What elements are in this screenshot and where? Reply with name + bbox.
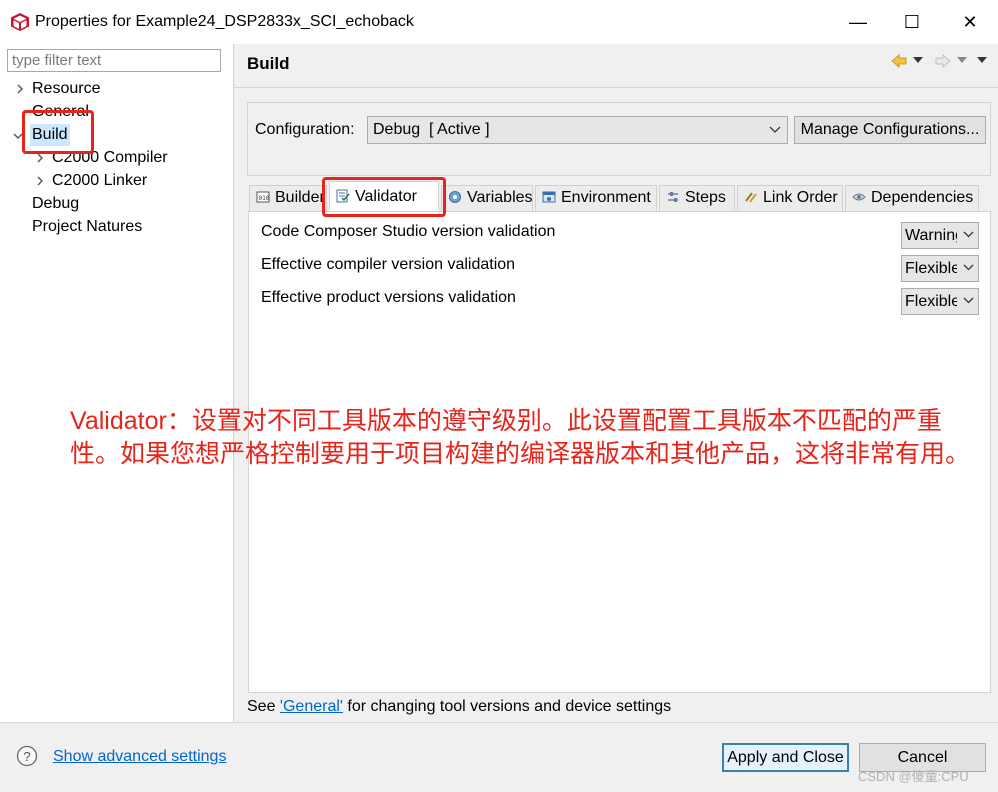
configuration-select[interactable]: Debug [ Active ] bbox=[367, 116, 788, 144]
tab-link-order[interactable]: Link Order bbox=[737, 185, 843, 211]
compiler-version-validation-select[interactable]: Flexible bbox=[901, 255, 979, 282]
configuration-label: Configuration: bbox=[255, 121, 355, 138]
ccs-version-validation-select[interactable]: Warning bbox=[901, 222, 979, 249]
tab-environment[interactable]: Environment bbox=[535, 185, 657, 211]
validator-icon bbox=[336, 189, 350, 203]
back-dropdown-icon[interactable] bbox=[913, 56, 923, 64]
chevron-down-icon bbox=[963, 264, 974, 271]
product-versions-validation-select[interactable]: Flexible bbox=[901, 288, 979, 315]
dependencies-icon bbox=[852, 193, 866, 201]
annotation-line-2: 性。如果您想严格控制要用于项目构建的编译器版本和其他产品，这将非常有用。 bbox=[70, 440, 971, 468]
window-title: Properties for Example24_DSP2833x_SCI_ec… bbox=[35, 13, 414, 30]
bottom-divider bbox=[0, 722, 998, 723]
link-order-icon bbox=[745, 192, 757, 203]
annotation-text: Validator：设置对不同工具版本的遵守级别。此设置配置工具版本不匹配的严重… bbox=[70, 405, 970, 471]
help-icon[interactable]: ? bbox=[16, 745, 38, 767]
tab-dependencies[interactable]: Dependencies bbox=[845, 185, 979, 211]
close-button[interactable]: ✕ bbox=[942, 0, 998, 44]
chevron-right-icon[interactable] bbox=[14, 83, 26, 95]
variables-icon bbox=[449, 191, 461, 203]
close-icon: ✕ bbox=[962, 11, 978, 32]
maximize-button[interactable]: ☐ bbox=[884, 0, 940, 44]
view-menu-icon[interactable] bbox=[977, 56, 987, 64]
tree-item-c2000-linker[interactable]: C2000 Linker bbox=[52, 170, 147, 192]
tree-item-resource[interactable]: Resource bbox=[32, 78, 100, 100]
chevron-down-icon bbox=[963, 231, 974, 238]
tab-builder[interactable]: 010 Builder bbox=[249, 185, 327, 211]
annotation-line-1: Validator：设置对不同工具版本的遵守级别。此设置配置工具版本不匹配的严重 bbox=[70, 407, 942, 435]
tree-item-project-natures[interactable]: Project Natures bbox=[32, 216, 142, 238]
ccs-app-icon bbox=[11, 13, 29, 31]
page-title: Build bbox=[247, 54, 290, 73]
chevron-down-icon bbox=[769, 126, 781, 133]
ccs-version-validation-label: Code Composer Studio version validation bbox=[261, 223, 556, 240]
general-link[interactable]: 'General' bbox=[280, 698, 343, 715]
minimize-icon: — bbox=[849, 11, 867, 32]
tree-item-debug[interactable]: Debug bbox=[32, 193, 79, 215]
maximize-icon: ☐ bbox=[903, 11, 921, 32]
svg-text:?: ? bbox=[23, 749, 30, 764]
watermark: CSDN @傻童:CPU bbox=[858, 769, 969, 784]
apply-and-close-button[interactable]: Apply and Close bbox=[722, 743, 849, 772]
chevron-right-icon[interactable] bbox=[34, 175, 46, 187]
product-versions-validation-label: Effective product versions validation bbox=[261, 289, 516, 306]
tab-steps[interactable]: Steps bbox=[659, 185, 735, 211]
steps-icon bbox=[668, 192, 678, 202]
compiler-version-validation-label: Effective compiler version validation bbox=[261, 256, 516, 273]
footer-note: See 'General' for changing tool versions… bbox=[247, 698, 672, 715]
tab-bar: 010 Builder Validator Variables Environme… bbox=[249, 181, 979, 211]
tab-validator[interactable]: Validator bbox=[329, 181, 439, 211]
show-advanced-settings-link[interactable]: Show advanced settings bbox=[53, 748, 226, 766]
filter-input[interactable] bbox=[7, 49, 221, 72]
forward-dropdown-icon[interactable] bbox=[957, 56, 967, 64]
minimize-button[interactable]: — bbox=[830, 0, 886, 44]
highlight-box-build bbox=[22, 110, 94, 154]
back-arrow-icon[interactable] bbox=[891, 53, 907, 69]
chevron-down-icon bbox=[963, 297, 974, 304]
configuration-value: Debug [ Active ] bbox=[373, 121, 490, 138]
tab-variables[interactable]: Variables bbox=[441, 185, 533, 211]
manage-configurations-button[interactable]: Manage Configurations... bbox=[794, 116, 986, 144]
builder-icon: 010 bbox=[256, 191, 270, 203]
environment-icon bbox=[542, 191, 556, 203]
header-divider bbox=[234, 87, 998, 88]
forward-arrow-icon[interactable] bbox=[935, 53, 951, 69]
svg-text:010: 010 bbox=[259, 195, 270, 202]
